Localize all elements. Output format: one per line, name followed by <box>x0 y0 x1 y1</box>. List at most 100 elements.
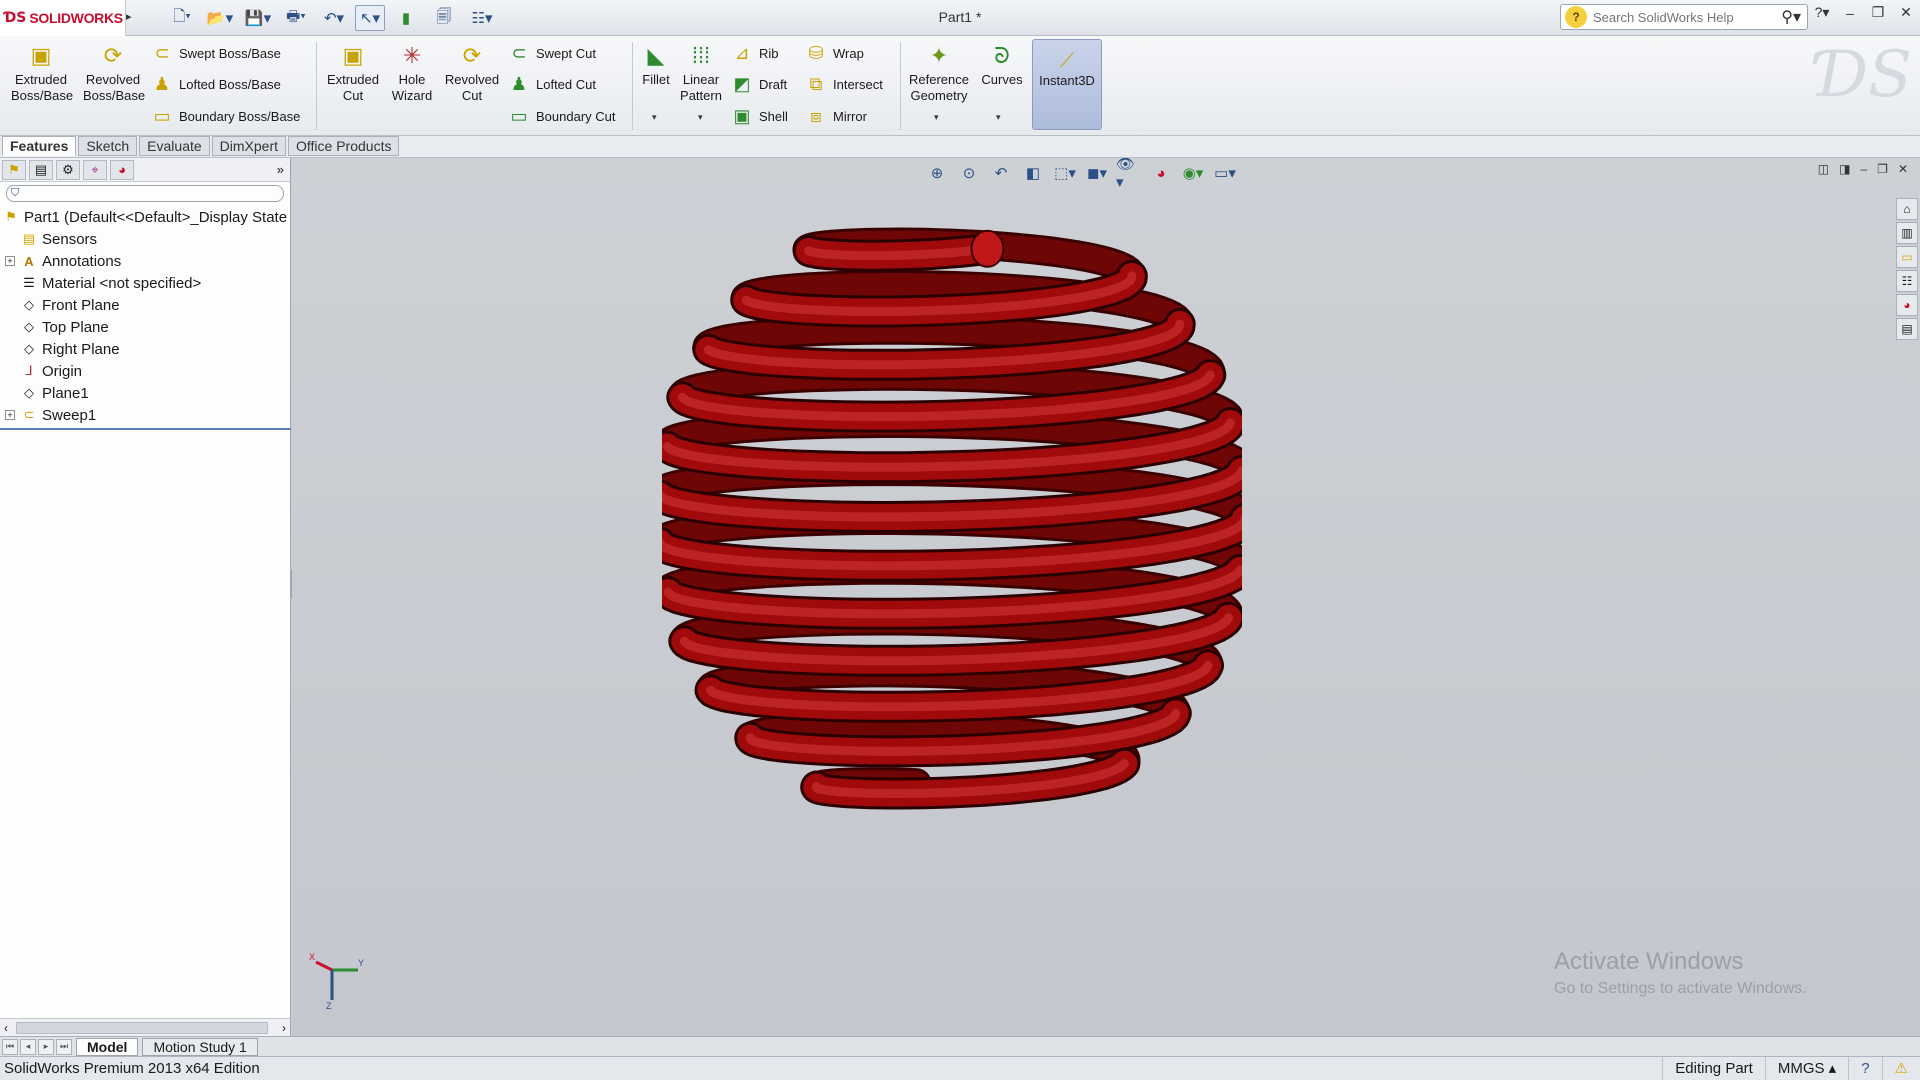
display-manager-tab-icon[interactable]: ◕ <box>110 159 134 180</box>
tree-horizontal-scrollbar[interactable]: ‹ › <box>0 1018 290 1036</box>
select-pointer-icon[interactable]: ↖▾ <box>355 5 385 31</box>
close-icon[interactable]: ✕ <box>1896 4 1916 21</box>
graphics-area[interactable]: ⊕ ⊙ ↶ ◧ ⬚▾ ◼▾ 👁▾ ◕ ◉▾ ▭▾ ◫ ◨ – ❐ ✕ ⌂ ▥ ▭… <box>292 158 1920 1036</box>
section-view-icon[interactable]: ◧ <box>1020 162 1046 184</box>
boundary-cut-button[interactable]: ▭ Boundary Cut <box>507 104 615 128</box>
dimxpert-manager-tab-icon[interactable]: ⌖ <box>83 159 107 180</box>
tree-item-material[interactable]: ☰ Material <not specified> <box>0 272 290 294</box>
help-search-box[interactable]: ? ⚲▾ <box>1560 4 1808 30</box>
edit-appearance-icon[interactable]: ◕ <box>1148 162 1174 184</box>
last-tab-icon[interactable]: ⏭ <box>56 1038 72 1055</box>
tab-dimxpert[interactable]: DimXpert <box>211 136 287 156</box>
tree-item-plane1[interactable]: ◇ Plane1 <box>0 382 290 404</box>
view-palette-icon[interactable]: ☷ <box>1896 270 1918 292</box>
reference-geometry-button[interactable]: ✦ Reference Geometry <box>904 42 974 104</box>
tree-item-origin[interactable]: ⅃ Origin <box>0 360 290 382</box>
hide-show-items-icon[interactable]: 👁▾ <box>1116 158 1142 191</box>
extruded-cut-button[interactable]: ▣ Extruded Cut <box>320 42 386 104</box>
lofted-cut-button[interactable]: ♟ Lofted Cut <box>507 72 596 96</box>
intersect-button[interactable]: ⧉ Intersect <box>804 72 883 96</box>
help-menu-icon[interactable]: ?▾ <box>1812 4 1832 21</box>
revolved-cut-button[interactable]: ⟳ Revolved Cut <box>440 42 504 104</box>
tab-features[interactable]: Features <box>2 136 77 156</box>
lofted-boss-button[interactable]: ♟ Lofted Boss/Base <box>150 72 281 96</box>
rib-button[interactable]: ⊿ Rib <box>730 41 778 65</box>
menu-expand-icon[interactable]: ▸ <box>126 10 132 23</box>
zoom-to-fit-icon[interactable]: ⊕ <box>924 162 950 184</box>
view-orientation-icon[interactable]: ⬚▾ <box>1052 162 1078 184</box>
pane-expand-icon[interactable]: » <box>277 162 284 177</box>
viewport-restore-icon[interactable]: ❐ <box>1877 162 1888 176</box>
display-style-icon[interactable]: ◼▾ <box>1084 162 1110 184</box>
tree-root-part[interactable]: ⚑ Part1 (Default<<Default>_Display State <box>0 206 290 228</box>
expand-icon[interactable]: + <box>5 256 15 266</box>
swept-cut-button[interactable]: ⊂ Swept Cut <box>507 41 596 65</box>
solidworks-logo[interactable]: ƊS SOLIDWORKS <box>0 0 126 36</box>
viewport-minimize-icon[interactable]: – <box>1860 162 1867 176</box>
tree-item-annotations[interactable]: + A Annotations <box>0 250 290 272</box>
linear-pattern-button[interactable]: ⁞⁞⁞ Linear Pattern <box>678 42 724 104</box>
custom-properties-icon[interactable]: ▤ <box>1896 318 1918 340</box>
revolved-boss-button[interactable]: ⟳ Revolved Boss/Base <box>80 42 146 104</box>
new-document-icon[interactable]: 🗋▾ <box>165 5 199 31</box>
print-icon[interactable]: 🖶▾ <box>279 5 313 31</box>
boundary-boss-button[interactable]: ▭ Boundary Boss/Base <box>150 104 300 128</box>
rebuild-status-icon[interactable]: ⚠ <box>1881 1057 1920 1080</box>
file-explorer-icon[interactable]: ▭ <box>1896 246 1918 268</box>
quick-tips-icon[interactable]: ? <box>1848 1057 1881 1080</box>
shell-button[interactable]: ▣ Shell <box>730 104 787 128</box>
tab-evaluate[interactable]: Evaluate <box>139 136 210 156</box>
apply-scene-icon[interactable]: ◉▾ <box>1180 162 1206 184</box>
viewport-split-icon[interactable]: ◫ <box>1818 162 1829 176</box>
tree-item-right-plane[interactable]: ◇ Right Plane <box>0 338 290 360</box>
scroll-right-icon[interactable]: › <box>282 1021 286 1035</box>
scroll-thumb[interactable] <box>16 1022 268 1034</box>
helix-spring-model[interactable] <box>662 198 1242 818</box>
search-icon[interactable]: ⚲▾ <box>1781 7 1801 27</box>
open-folder-icon[interactable]: 📂▾ <box>203 5 237 31</box>
tree-item-front-plane[interactable]: ◇ Front Plane <box>0 294 290 316</box>
mirror-button[interactable]: ⧈ Mirror <box>804 104 867 128</box>
fillet-dropdown-icon[interactable]: ▾ <box>652 112 657 123</box>
file-properties-icon[interactable]: 🗐 <box>427 5 461 31</box>
tab-motion-study-1[interactable]: Motion Study 1 <box>142 1037 258 1056</box>
undo-icon[interactable]: ↶▾ <box>317 5 351 31</box>
curves-button[interactable]: ᘐ Curves <box>978 42 1026 88</box>
appearances-scenes-icon[interactable]: ◕ <box>1896 294 1918 316</box>
feature-manager-tab-icon[interactable]: ⚑ <box>2 159 26 180</box>
tab-sketch[interactable]: Sketch <box>78 136 138 156</box>
first-tab-icon[interactable]: ⏮ <box>2 1038 18 1055</box>
units-selector[interactable]: MMGS ▴ <box>1764 1057 1848 1080</box>
help-search-input[interactable] <box>1593 9 1782 25</box>
solidworks-resources-icon[interactable]: ⌂ <box>1896 198 1918 220</box>
scroll-left-icon[interactable]: ‹ <box>4 1021 8 1035</box>
linear-pattern-dropdown-icon[interactable]: ▾ <box>698 112 703 123</box>
restore-icon[interactable]: ❐ <box>1868 4 1888 21</box>
prev-tab-icon[interactable]: ◂ <box>20 1038 36 1055</box>
next-tab-icon[interactable]: ▸ <box>38 1038 54 1055</box>
extruded-boss-button[interactable]: ▣ Extruded Boss/Base <box>8 42 74 104</box>
tree-item-sweep1[interactable]: + ⊂ Sweep1 <box>0 404 290 426</box>
reference-geometry-dropdown-icon[interactable]: ▾ <box>934 112 939 123</box>
previous-view-icon[interactable]: ↶ <box>988 162 1014 184</box>
zoom-to-area-icon[interactable]: ⊙ <box>956 162 982 184</box>
rollback-bar[interactable] <box>0 428 291 430</box>
property-manager-tab-icon[interactable]: ▤ <box>29 159 53 180</box>
expand-icon[interactable]: + <box>5 410 15 420</box>
tab-office-products[interactable]: Office Products <box>288 136 400 156</box>
tree-item-top-plane[interactable]: ◇ Top Plane <box>0 316 290 338</box>
swept-boss-button[interactable]: ⊂ Swept Boss/Base <box>150 41 280 65</box>
design-library-icon[interactable]: ▥ <box>1896 222 1918 244</box>
tree-filter-input[interactable]: ⛉ <box>6 184 284 202</box>
tree-item-sensors[interactable]: ▤ Sensors <box>0 228 290 250</box>
viewport-close-icon[interactable]: ✕ <box>1898 162 1908 176</box>
configuration-manager-tab-icon[interactable]: ⚙ <box>56 159 80 180</box>
minimize-icon[interactable]: – <box>1840 5 1860 21</box>
view-settings-icon[interactable]: ▭▾ <box>1212 162 1238 184</box>
hole-wizard-button[interactable]: ✳ Hole Wizard <box>386 42 438 104</box>
draft-button[interactable]: ◩ Draft <box>730 72 787 96</box>
wrap-button[interactable]: ⛁ Wrap <box>804 41 863 65</box>
fillet-button[interactable]: ◣ Fillet <box>638 42 674 88</box>
curves-dropdown-icon[interactable]: ▾ <box>996 112 1001 123</box>
options-icon[interactable]: ☷▾ <box>465 5 499 31</box>
